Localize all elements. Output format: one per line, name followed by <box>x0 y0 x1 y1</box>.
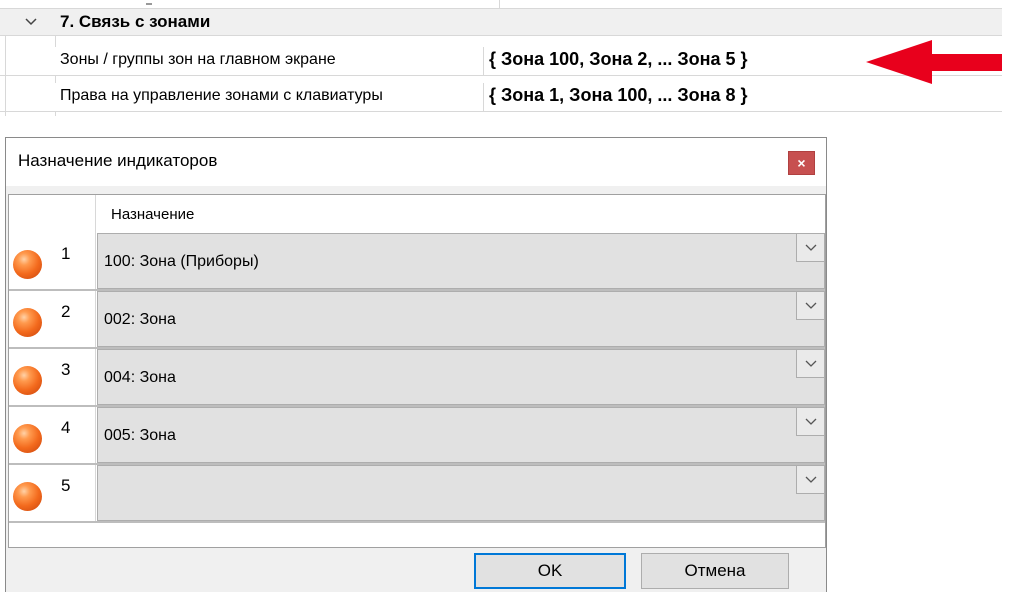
led-indicator-icon <box>13 366 42 395</box>
ok-button[interactable]: OK <box>474 553 626 589</box>
index-header-cell <box>9 195 96 233</box>
chevron-down-icon <box>805 360 817 367</box>
property-value[interactable]: { Зона 100, Зона 2, ... Зона 5 } <box>489 49 748 70</box>
property-grid: 7. Связь с зонами Зоны / группы зон на г… <box>0 0 1002 116</box>
row-index: 2 <box>61 302 71 321</box>
assignment-combobox[interactable]: 004: Зона <box>97 349 825 405</box>
dropdown-button[interactable] <box>796 408 824 436</box>
property-label: Зоны / группы зон на главном экране <box>60 51 336 68</box>
row-index: 3 <box>61 360 71 379</box>
led-indicator-icon <box>13 250 42 279</box>
category-title: 7. Связь с зонами <box>60 12 211 31</box>
index-cell: 1 <box>9 233 96 289</box>
close-button[interactable]: × <box>788 151 815 175</box>
chevron-down-icon <box>805 244 817 251</box>
dialog-titlebar[interactable]: Назначение индикаторов × <box>6 138 826 186</box>
property-row-main-screen-zones[interactable]: Зоны / группы зон на главном экране { Зо… <box>0 47 1002 76</box>
led-indicator-icon <box>13 482 42 511</box>
chevron-down-icon <box>805 476 817 483</box>
combobox-value: 005: Зона <box>104 427 176 444</box>
chevron-down-icon <box>805 418 817 425</box>
combobox-value: 100: Зона (Приборы) <box>104 253 259 270</box>
category-row[interactable]: 7. Связь с зонами <box>0 8 1002 36</box>
property-label-cell: Права на управление зонами с клавиатуры <box>55 83 483 111</box>
led-indicator-icon <box>13 308 42 337</box>
column-separator <box>483 47 484 75</box>
dropdown-button[interactable] <box>796 234 824 262</box>
table-row: 5 <box>9 465 825 523</box>
index-cell: 5 <box>9 465 96 521</box>
index-cell: 2 <box>9 291 96 347</box>
cancel-button[interactable]: Отмена <box>641 553 789 589</box>
property-label: Права на управление зонами с клавиатуры <box>60 87 383 104</box>
index-cell: 4 <box>9 407 96 463</box>
dropdown-button[interactable] <box>796 466 824 494</box>
column-separator <box>483 83 484 111</box>
table-row: 1 100: Зона (Приборы) <box>9 233 825 291</box>
assignment-combobox[interactable]: 002: Зона <box>97 291 825 347</box>
assignment-combobox[interactable] <box>97 465 825 521</box>
property-value[interactable]: { Зона 1, Зона 100, ... Зона 8 } <box>489 85 748 106</box>
indicator-table: Назначение 1 100: Зона (Приборы) 2 002: … <box>8 194 826 548</box>
assignment-combobox[interactable]: 100: Зона (Приборы) <box>97 233 825 289</box>
table-row: 3 004: Зона <box>9 349 825 407</box>
row-fragment <box>146 3 152 5</box>
dialog-title: Назначение индикаторов <box>18 151 218 170</box>
previous-row-edge <box>16 0 1002 8</box>
combobox-value: 002: Зона <box>104 311 176 328</box>
assignment-combobox[interactable]: 005: Зона <box>97 407 825 463</box>
column-separator <box>499 0 500 8</box>
index-cell: 3 <box>9 349 96 405</box>
chevron-down-icon[interactable] <box>25 16 37 28</box>
red-arrow-annotation <box>866 40 1002 84</box>
row-index: 4 <box>61 418 71 437</box>
dialog-footer: OK Отмена <box>6 548 826 592</box>
property-row-keyboard-rights[interactable]: Права на управление зонами с клавиатуры … <box>0 83 1002 112</box>
row-index: 5 <box>61 476 71 495</box>
column-header-assignment[interactable]: Назначение <box>111 206 194 223</box>
table-header: Назначение <box>9 195 825 234</box>
combobox-value: 004: Зона <box>104 369 176 386</box>
property-label-cell: Зоны / группы зон на главном экране <box>55 47 483 75</box>
row-index: 1 <box>61 244 71 263</box>
chevron-down-icon <box>805 302 817 309</box>
dropdown-button[interactable] <box>796 350 824 378</box>
led-indicator-icon <box>13 424 42 453</box>
dropdown-button[interactable] <box>796 292 824 320</box>
indicator-assignment-dialog: Назначение индикаторов × Назначение 1 10… <box>5 137 827 592</box>
table-row: 2 002: Зона <box>9 291 825 349</box>
table-row: 4 005: Зона <box>9 407 825 465</box>
